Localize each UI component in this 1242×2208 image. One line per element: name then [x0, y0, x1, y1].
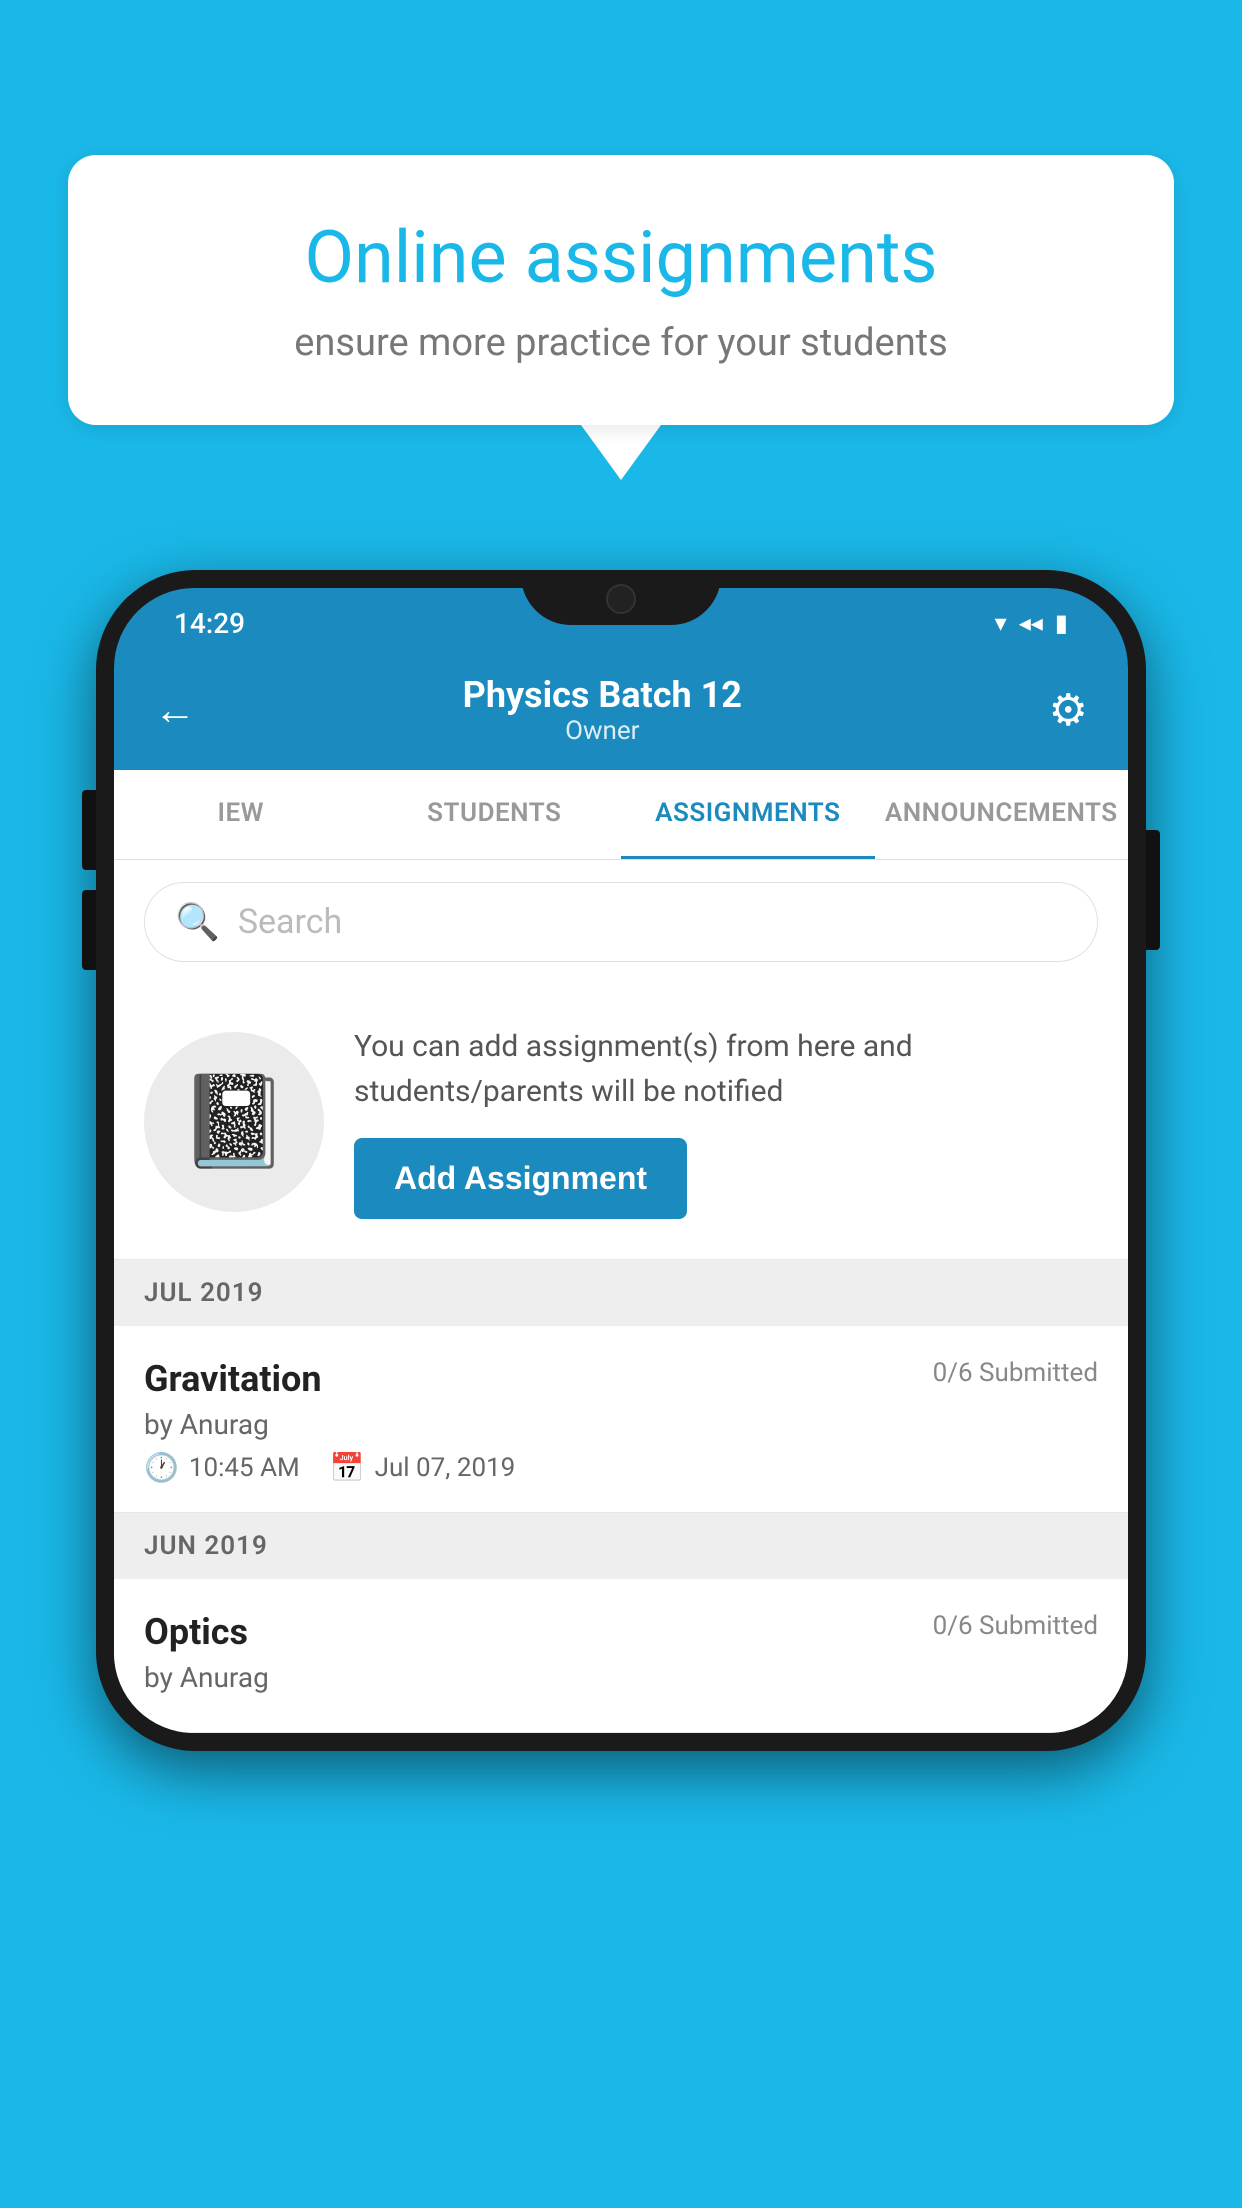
optics-name: Optics [144, 1611, 248, 1653]
search-icon: 🔍 [175, 901, 220, 943]
tab-iew[interactable]: IEW [114, 770, 368, 859]
assignment-icon-circle: 📓 [144, 1032, 324, 1212]
back-button[interactable]: ← [154, 686, 196, 735]
status-icons: ▾ ◂◂ ▮ [995, 609, 1068, 637]
speech-bubble-card: Online assignments ensure more practice … [68, 155, 1174, 425]
settings-button[interactable]: ⚙ [1049, 684, 1088, 736]
phone-outer-frame: 14:29 ▾ ◂◂ ▮ ← Physics Batch 12 Owner ⚙ … [96, 570, 1146, 1751]
assignment-item-gravitation[interactable]: Gravitation 0/6 Submitted by Anurag 🕐 10… [114, 1326, 1128, 1513]
battery-icon: ▮ [1055, 609, 1068, 637]
search-bar[interactable]: 🔍 Search [144, 882, 1098, 962]
phone-screen: 14:29 ▾ ◂◂ ▮ ← Physics Batch 12 Owner ⚙ … [114, 588, 1128, 1733]
speech-bubble-subtitle: ensure more practice for your students [138, 321, 1104, 365]
app-bar-title-group: Physics Batch 12 Owner [216, 674, 989, 746]
tab-bar: IEW STUDENTS ASSIGNMENTS ANNOUNCEMENTS [114, 770, 1128, 860]
assignment-time-value: 10:45 AM [189, 1453, 300, 1483]
tab-students[interactable]: STUDENTS [368, 770, 622, 859]
assignment-date-value: Jul 07, 2019 [375, 1453, 516, 1483]
tab-announcements[interactable]: ANNOUNCEMENTS [875, 770, 1129, 859]
optics-author: by Anurag [144, 1661, 1098, 1694]
assignment-author: by Anurag [144, 1408, 1098, 1441]
status-time: 14:29 [174, 607, 245, 640]
phone-notch [521, 570, 721, 625]
optics-row-top: Optics 0/6 Submitted [144, 1611, 1098, 1653]
assignment-item-optics[interactable]: Optics 0/6 Submitted by Anurag [114, 1579, 1128, 1733]
app-bar-subtitle: Owner [216, 716, 989, 746]
search-input-placeholder: Search [238, 902, 342, 942]
assignment-date: 📅 Jul 07, 2019 [330, 1451, 516, 1484]
screen-content: 🔍 Search 📓 You can add assignment(s) fro… [114, 860, 1128, 1733]
phone-mockup: 14:29 ▾ ◂◂ ▮ ← Physics Batch 12 Owner ⚙ … [96, 570, 1146, 1751]
add-assignment-card: 📓 You can add assignment(s) from here an… [114, 984, 1128, 1260]
section-header-jun-2019: JUN 2019 [114, 1513, 1128, 1579]
notebook-icon: 📓 [178, 1069, 290, 1174]
assignment-meta: 🕐 10:45 AM 📅 Jul 07, 2019 [144, 1451, 1098, 1484]
wifi-icon: ▾ [995, 609, 1007, 637]
assignment-time: 🕐 10:45 AM [144, 1451, 300, 1484]
add-assignment-description: You can add assignment(s) from here and … [354, 1024, 1098, 1114]
tab-assignments[interactable]: ASSIGNMENTS [621, 770, 875, 859]
speech-bubble-section: Online assignments ensure more practice … [68, 155, 1174, 480]
speech-bubble-title: Online assignments [138, 215, 1104, 301]
app-bar-title: Physics Batch 12 [216, 674, 989, 716]
assignment-row-top: Gravitation 0/6 Submitted [144, 1358, 1098, 1400]
app-bar: ← Physics Batch 12 Owner ⚙ [114, 650, 1128, 770]
calendar-icon: 📅 [330, 1451, 365, 1484]
signal-icon: ◂◂ [1019, 609, 1043, 637]
add-assignment-button[interactable]: Add Assignment [354, 1138, 687, 1219]
phone-camera [606, 584, 636, 614]
add-assignment-content: You can add assignment(s) from here and … [354, 1024, 1098, 1219]
search-bar-container: 🔍 Search [114, 860, 1128, 984]
section-header-jul-2019: JUL 2019 [114, 1260, 1128, 1326]
clock-icon: 🕐 [144, 1451, 179, 1484]
assignment-submitted: 0/6 Submitted [933, 1358, 1098, 1388]
assignment-name: Gravitation [144, 1358, 322, 1400]
speech-bubble-arrow [581, 425, 661, 480]
optics-submitted: 0/6 Submitted [933, 1611, 1098, 1641]
